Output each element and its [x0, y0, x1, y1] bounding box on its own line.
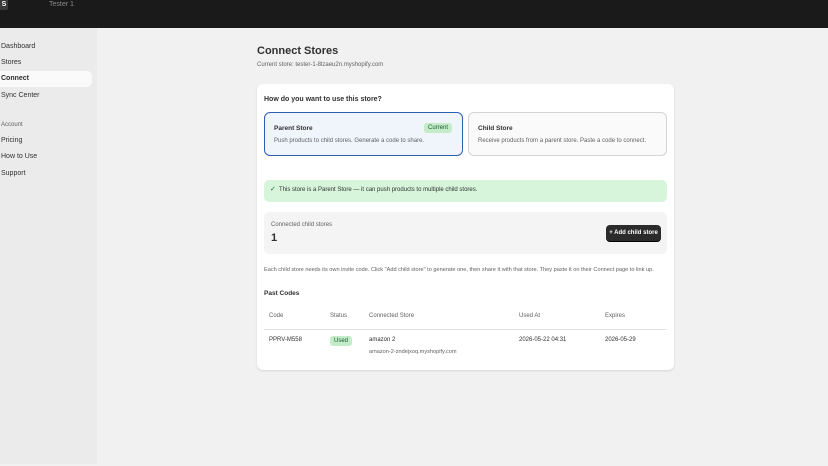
check-icon: ✓ — [270, 186, 276, 193]
table-divider — [264, 329, 667, 330]
success-banner: ✓ This store is a Parent Store — it can … — [264, 180, 667, 202]
status-badge: Used — [330, 336, 353, 346]
connect-card: How do you want to use this store? Paren… — [257, 84, 674, 370]
parent-store-option[interactable]: Parent Store Current Push products to ch… — [264, 112, 463, 156]
current-store-text: Current store: tester-1-8lzaeu2n.myshopi… — [257, 62, 384, 68]
connected-stores-label: Connected child stores — [271, 222, 333, 228]
connected-store-name: amazon 2 — [369, 337, 396, 343]
add-child-store-button[interactable]: + Add child store — [606, 225, 661, 241]
child-store-option[interactable]: Child Store Receive products from a pare… — [468, 112, 667, 156]
connected-stores-panel: Connected child stores 1 + Add child sto… — [264, 212, 667, 254]
sidebar-item-pricing[interactable]: Pricing — [0, 133, 92, 149]
shop-name[interactable]: Tester 1 — [49, 1, 74, 8]
current-badge: Current — [423, 123, 452, 133]
past-codes-title: Past Codes — [264, 290, 300, 297]
column-header-status: Status — [330, 313, 348, 319]
column-header-code: Code — [269, 313, 284, 319]
usage-question: How do you want to use this store? — [264, 96, 382, 103]
sidebar-item-dashboard[interactable]: Dashboard — [0, 39, 92, 55]
sidebar-item-sync-center[interactable]: Sync Center — [0, 88, 92, 104]
child-store-desc: Receive products from a parent store. Pa… — [478, 138, 647, 144]
sidebar-heading-account: Account — [1, 122, 23, 128]
connected-store-domain: amazon-2-zndejxoq.myshopify.com — [369, 349, 457, 355]
parent-store-title: Parent Store — [274, 125, 313, 132]
connected-stores-count: 1 — [271, 232, 278, 244]
sidebar-item-connect[interactable]: Connect — [0, 71, 92, 87]
column-header-connected-store: Connected Store — [369, 313, 415, 319]
invite-help-text: Each child store needs its own invite co… — [264, 267, 654, 273]
parent-store-desc: Push products to child stores. Generate … — [274, 138, 425, 144]
page-title: Connect Stores — [257, 45, 339, 57]
app-logo: S — [0, 0, 8, 10]
sidebar-item-stores[interactable]: Stores — [0, 55, 92, 71]
child-store-title: Child Store — [478, 125, 513, 132]
main-content: Connect Stores Current store: tester-1-8… — [97, 28, 828, 464]
code-cell: PPRV-M558 — [269, 337, 302, 343]
top-bar: S Tester 1 — [0, 0, 828, 28]
sidebar: Dashboard Stores Connect Sync Center Acc… — [0, 28, 97, 464]
column-header-expires: Expires — [605, 313, 626, 319]
banner-text: This store is a Parent Store — it can pu… — [279, 187, 478, 193]
used-at-cell: 2026-05-22 04:31 — [519, 337, 567, 343]
sidebar-item-support[interactable]: Support — [0, 166, 92, 182]
expires-cell: 2026-05-29 — [605, 337, 636, 343]
column-header-used-at: Used At — [519, 313, 541, 319]
sidebar-item-how-to-use[interactable]: How to Use — [0, 149, 92, 165]
